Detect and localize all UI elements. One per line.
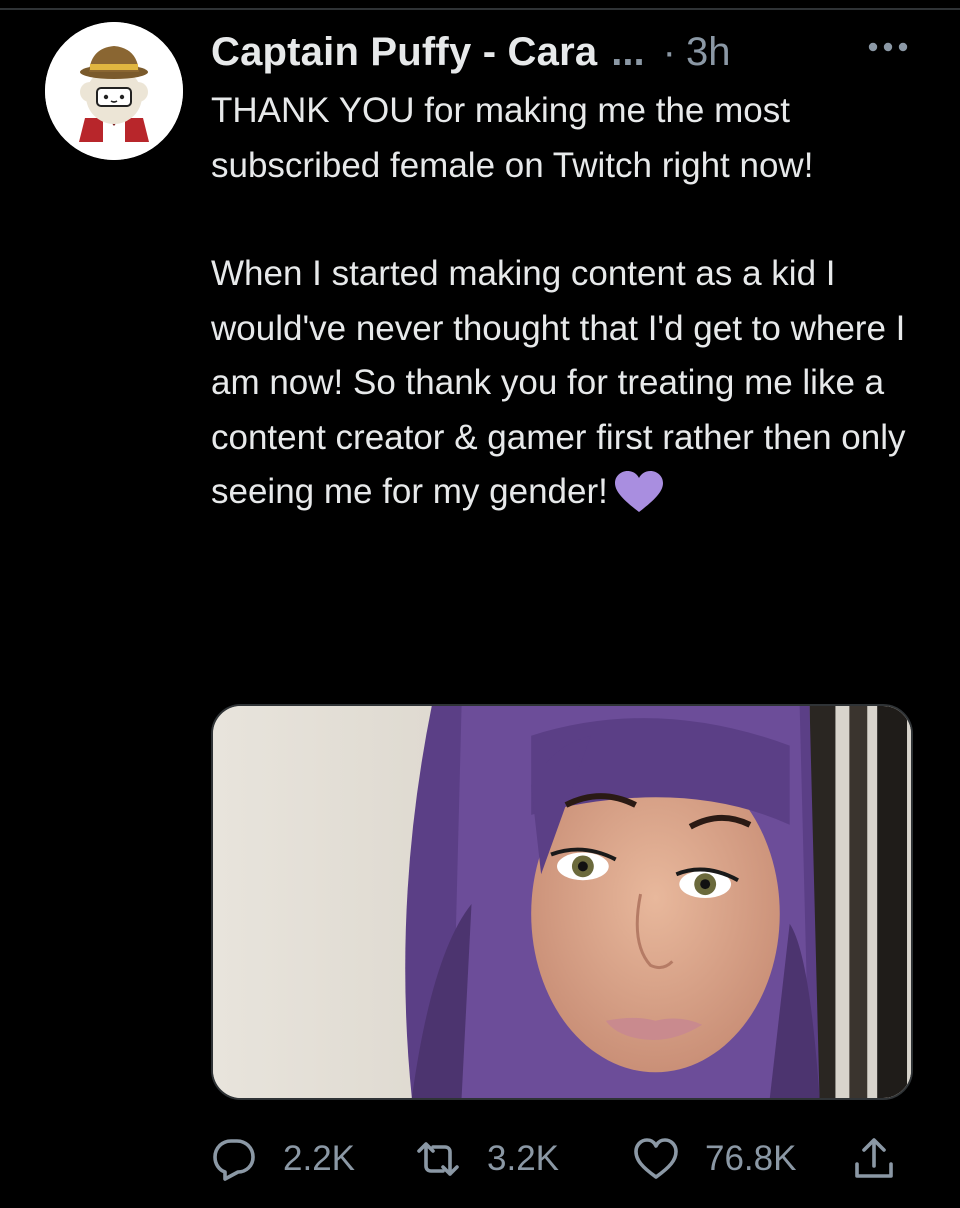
reply-icon	[213, 1139, 255, 1181]
avatar-image	[45, 22, 183, 160]
share-button[interactable]	[851, 1132, 897, 1186]
like-button[interactable]: 76.8K	[633, 1132, 796, 1186]
author-name[interactable]: Captain Puffy - Cara	[211, 30, 597, 75]
tweet-header: Captain Puffy - Cara ... · 3h	[211, 24, 911, 80]
photo-content	[213, 706, 911, 1098]
retweet-count: 3.2K	[487, 1139, 559, 1178]
more-horizontal-icon[interactable]	[864, 32, 912, 62]
tweet-timestamp[interactable]: 3h	[686, 30, 731, 75]
tweet-text: THANK YOU for making me the most subscri…	[211, 84, 931, 520]
tweet-photo[interactable]	[211, 704, 913, 1100]
tweet-paragraph-1: THANK YOU for making me the most subscri…	[211, 91, 814, 185]
retweet-icon	[417, 1142, 459, 1176]
top-divider	[0, 8, 960, 10]
name-truncation: ...	[611, 29, 645, 74]
action-bar: 2.2K 3.2K 76.8K	[211, 1132, 921, 1186]
like-count: 76.8K	[705, 1139, 797, 1178]
purple-heart-emoji-icon	[614, 471, 663, 512]
retweet-button[interactable]: 3.2K	[415, 1132, 559, 1186]
share-icon	[855, 1138, 893, 1178]
reply-count: 2.2K	[283, 1139, 355, 1178]
avatar[interactable]	[45, 22, 183, 160]
reply-button[interactable]: 2.2K	[211, 1132, 355, 1186]
separator-dot: ·	[662, 29, 676, 74]
tweet-paragraph-2: When I started making content as a kid I…	[211, 247, 931, 520]
tweet-paragraph-2-text: When I started making content as a kid I…	[211, 254, 906, 511]
heart-icon	[634, 1138, 678, 1179]
